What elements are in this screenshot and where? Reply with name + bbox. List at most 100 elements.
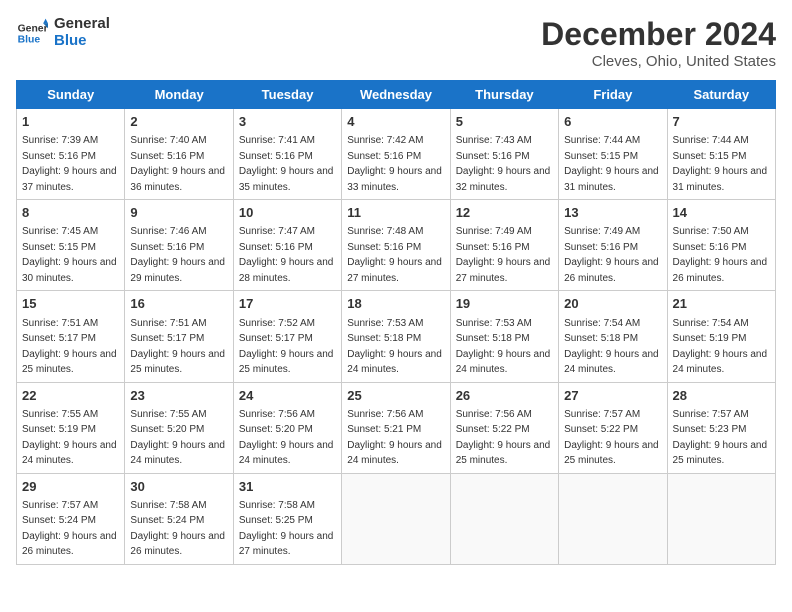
day-detail: Sunrise: 7:55 AMSunset: 5:20 PMDaylight:… (130, 409, 225, 467)
day-cell: 28 Sunrise: 7:57 AMSunset: 5:23 PMDaylig… (667, 382, 775, 473)
day-detail: Sunrise: 7:47 AMSunset: 5:16 PMDaylight:… (239, 226, 334, 284)
day-detail: Sunrise: 7:52 AMSunset: 5:17 PMDaylight:… (239, 318, 334, 376)
day-detail: Sunrise: 7:57 AMSunset: 5:23 PMDaylight:… (673, 409, 768, 467)
svg-text:General: General (18, 23, 48, 34)
day-detail: Sunrise: 7:54 AMSunset: 5:19 PMDaylight:… (673, 318, 768, 376)
day-detail: Sunrise: 7:39 AMSunset: 5:16 PMDaylight:… (22, 135, 117, 193)
title-area: December 2024 Cleves, Ohio, United State… (541, 16, 776, 70)
day-number: 1 (22, 113, 119, 131)
day-number: 13 (564, 204, 661, 222)
week-row-1: 1 Sunrise: 7:39 AMSunset: 5:16 PMDayligh… (17, 109, 776, 200)
day-detail: Sunrise: 7:40 AMSunset: 5:16 PMDaylight:… (130, 135, 225, 193)
day-detail: Sunrise: 7:53 AMSunset: 5:18 PMDaylight:… (347, 318, 442, 376)
day-cell: 9 Sunrise: 7:46 AMSunset: 5:16 PMDayligh… (125, 200, 233, 291)
day-cell: 31 Sunrise: 7:58 AMSunset: 5:25 PMDaylig… (233, 473, 341, 564)
day-cell: 19 Sunrise: 7:53 AMSunset: 5:18 PMDaylig… (450, 291, 558, 382)
day-cell: 8 Sunrise: 7:45 AMSunset: 5:15 PMDayligh… (17, 200, 125, 291)
day-number: 3 (239, 113, 336, 131)
day-cell: 5 Sunrise: 7:43 AMSunset: 5:16 PMDayligh… (450, 109, 558, 200)
day-cell: 20 Sunrise: 7:54 AMSunset: 5:18 PMDaylig… (559, 291, 667, 382)
day-detail: Sunrise: 7:50 AMSunset: 5:16 PMDaylight:… (673, 226, 768, 284)
day-number: 24 (239, 387, 336, 405)
day-number: 15 (22, 295, 119, 313)
day-cell: 15 Sunrise: 7:51 AMSunset: 5:17 PMDaylig… (17, 291, 125, 382)
day-number: 9 (130, 204, 227, 222)
day-number: 5 (456, 113, 553, 131)
day-number: 19 (456, 295, 553, 313)
day-detail: Sunrise: 7:56 AMSunset: 5:21 PMDaylight:… (347, 409, 442, 467)
day-number: 14 (673, 204, 770, 222)
day-detail: Sunrise: 7:56 AMSunset: 5:20 PMDaylight:… (239, 409, 334, 467)
day-number: 4 (347, 113, 444, 131)
day-number: 11 (347, 204, 444, 222)
day-cell: 24 Sunrise: 7:56 AMSunset: 5:20 PMDaylig… (233, 382, 341, 473)
day-detail: Sunrise: 7:56 AMSunset: 5:22 PMDaylight:… (456, 409, 551, 467)
day-number: 18 (347, 295, 444, 313)
day-cell: 18 Sunrise: 7:53 AMSunset: 5:18 PMDaylig… (342, 291, 450, 382)
day-number: 23 (130, 387, 227, 405)
day-cell: 25 Sunrise: 7:56 AMSunset: 5:21 PMDaylig… (342, 382, 450, 473)
day-header-friday: Friday (559, 81, 667, 109)
day-cell: 10 Sunrise: 7:47 AMSunset: 5:16 PMDaylig… (233, 200, 341, 291)
day-cell: 7 Sunrise: 7:44 AMSunset: 5:15 PMDayligh… (667, 109, 775, 200)
logo-line1: General (54, 16, 110, 33)
day-cell: 16 Sunrise: 7:51 AMSunset: 5:17 PMDaylig… (125, 291, 233, 382)
week-row-3: 15 Sunrise: 7:51 AMSunset: 5:17 PMDaylig… (17, 291, 776, 382)
day-cell: 21 Sunrise: 7:54 AMSunset: 5:19 PMDaylig… (667, 291, 775, 382)
day-cell: 30 Sunrise: 7:58 AMSunset: 5:24 PMDaylig… (125, 473, 233, 564)
day-header-thursday: Thursday (450, 81, 558, 109)
day-cell (559, 473, 667, 564)
day-cell: 11 Sunrise: 7:48 AMSunset: 5:16 PMDaylig… (342, 200, 450, 291)
day-cell (342, 473, 450, 564)
header: General Blue General Blue December 2024 … (16, 16, 776, 70)
day-detail: Sunrise: 7:49 AMSunset: 5:16 PMDaylight:… (456, 226, 551, 284)
day-number: 31 (239, 478, 336, 496)
day-cell (450, 473, 558, 564)
day-cell: 27 Sunrise: 7:57 AMSunset: 5:22 PMDaylig… (559, 382, 667, 473)
day-header-saturday: Saturday (667, 81, 775, 109)
day-detail: Sunrise: 7:53 AMSunset: 5:18 PMDaylight:… (456, 318, 551, 376)
day-detail: Sunrise: 7:44 AMSunset: 5:15 PMDaylight:… (673, 135, 768, 193)
day-number: 2 (130, 113, 227, 131)
day-detail: Sunrise: 7:43 AMSunset: 5:16 PMDaylight:… (456, 135, 551, 193)
day-number: 22 (22, 387, 119, 405)
day-cell: 23 Sunrise: 7:55 AMSunset: 5:20 PMDaylig… (125, 382, 233, 473)
day-header-tuesday: Tuesday (233, 81, 341, 109)
day-detail: Sunrise: 7:57 AMSunset: 5:22 PMDaylight:… (564, 409, 659, 467)
svg-text:Blue: Blue (18, 34, 41, 45)
day-number: 16 (130, 295, 227, 313)
day-detail: Sunrise: 7:57 AMSunset: 5:24 PMDaylight:… (22, 500, 117, 558)
calendar-subtitle: Cleves, Ohio, United States (541, 53, 776, 70)
day-number: 12 (456, 204, 553, 222)
calendar-table: SundayMondayTuesdayWednesdayThursdayFrid… (16, 80, 776, 565)
day-number: 25 (347, 387, 444, 405)
day-number: 21 (673, 295, 770, 313)
day-cell: 17 Sunrise: 7:52 AMSunset: 5:17 PMDaylig… (233, 291, 341, 382)
day-detail: Sunrise: 7:58 AMSunset: 5:25 PMDaylight:… (239, 500, 334, 558)
day-number: 8 (22, 204, 119, 222)
day-detail: Sunrise: 7:51 AMSunset: 5:17 PMDaylight:… (22, 318, 117, 376)
day-header-monday: Monday (125, 81, 233, 109)
day-cell: 22 Sunrise: 7:55 AMSunset: 5:19 PMDaylig… (17, 382, 125, 473)
day-detail: Sunrise: 7:46 AMSunset: 5:16 PMDaylight:… (130, 226, 225, 284)
calendar-title: December 2024 (541, 16, 776, 53)
week-row-4: 22 Sunrise: 7:55 AMSunset: 5:19 PMDaylig… (17, 382, 776, 473)
day-cell: 13 Sunrise: 7:49 AMSunset: 5:16 PMDaylig… (559, 200, 667, 291)
day-cell: 12 Sunrise: 7:49 AMSunset: 5:16 PMDaylig… (450, 200, 558, 291)
day-cell: 14 Sunrise: 7:50 AMSunset: 5:16 PMDaylig… (667, 200, 775, 291)
day-detail: Sunrise: 7:55 AMSunset: 5:19 PMDaylight:… (22, 409, 117, 467)
day-detail: Sunrise: 7:48 AMSunset: 5:16 PMDaylight:… (347, 226, 442, 284)
day-number: 27 (564, 387, 661, 405)
day-number: 7 (673, 113, 770, 131)
day-cell: 2 Sunrise: 7:40 AMSunset: 5:16 PMDayligh… (125, 109, 233, 200)
day-detail: Sunrise: 7:49 AMSunset: 5:16 PMDaylight:… (564, 226, 659, 284)
day-number: 28 (673, 387, 770, 405)
day-cell: 6 Sunrise: 7:44 AMSunset: 5:15 PMDayligh… (559, 109, 667, 200)
day-cell: 26 Sunrise: 7:56 AMSunset: 5:22 PMDaylig… (450, 382, 558, 473)
day-number: 17 (239, 295, 336, 313)
day-detail: Sunrise: 7:44 AMSunset: 5:15 PMDaylight:… (564, 135, 659, 193)
day-detail: Sunrise: 7:54 AMSunset: 5:18 PMDaylight:… (564, 318, 659, 376)
day-number: 30 (130, 478, 227, 496)
day-header-sunday: Sunday (17, 81, 125, 109)
day-detail: Sunrise: 7:45 AMSunset: 5:15 PMDaylight:… (22, 226, 117, 284)
